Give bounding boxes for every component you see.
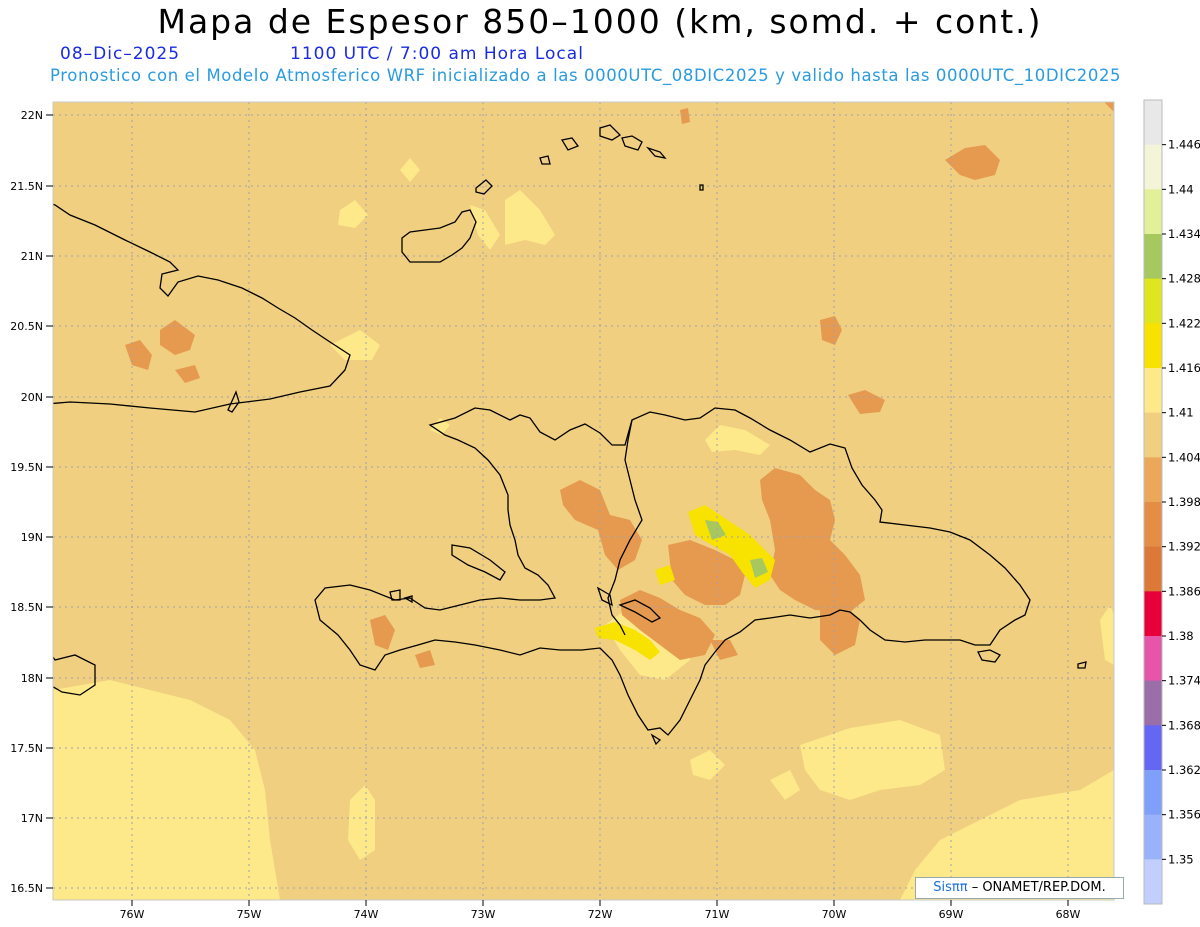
thickness-field — [53, 102, 1114, 900]
lat-label: 17N — [21, 812, 43, 825]
lon-label: 74W — [354, 908, 379, 921]
colorbar-swatch — [1144, 323, 1162, 369]
lon-label: 71W — [705, 908, 730, 921]
colorbar-label: 1.434 — [1168, 227, 1200, 241]
lon-label: 76W — [120, 908, 145, 921]
colorbar-label: 1.428 — [1168, 272, 1200, 286]
lat-label: 22N — [21, 109, 43, 122]
colorbar-swatch — [1144, 189, 1162, 235]
lon-label: 75W — [237, 908, 262, 921]
colorbar-label: 1.44 — [1168, 182, 1194, 196]
colorbar-swatch — [1144, 725, 1162, 771]
colorbar-label: 1.35 — [1168, 852, 1194, 866]
map-canvas: 22N 21.5N 21N 20.5N 20N 19.5N 19N 18.5N … — [10, 99, 1200, 921]
colorbar-swatch — [1144, 278, 1162, 324]
colorbar-swatch — [1144, 234, 1162, 280]
colorbar-label: 1.356 — [1168, 808, 1200, 822]
colorbar-label: 1.422 — [1168, 316, 1200, 330]
colorbar-swatch — [1144, 859, 1162, 905]
lon-label: 73W — [471, 908, 496, 921]
lat-label: 21N — [21, 250, 43, 263]
lat-label: 17.5N — [10, 742, 43, 755]
colorbar-swatch — [1144, 814, 1162, 860]
colorbar-swatch — [1144, 412, 1162, 458]
colorbar-label: 1.446 — [1168, 138, 1200, 152]
lon-label: 72W — [588, 908, 613, 921]
colorbar-swatch — [1144, 100, 1162, 146]
lon-label: 70W — [822, 908, 847, 921]
colorbar-label: 1.404 — [1168, 450, 1200, 464]
colorbar-swatch — [1144, 680, 1162, 726]
credit-brand: Sisππ — [933, 880, 968, 895]
lat-label: 19N — [21, 531, 43, 544]
longitude-labels: 76W 75W 74W 73W 72W 71W 70W 69W 68W — [120, 908, 1081, 921]
colorbar-label: 1.41 — [1168, 406, 1194, 420]
colorbar-label: 1.386 — [1168, 584, 1200, 598]
colorbar-label: 1.392 — [1168, 540, 1200, 554]
colorbar-label: 1.398 — [1168, 495, 1200, 509]
lat-label: 18.5N — [10, 601, 43, 614]
lat-label: 21.5N — [10, 180, 43, 193]
lon-label: 69W — [939, 908, 964, 921]
colorbar-label: 1.38 — [1168, 629, 1194, 643]
colorbar-label: 1.416 — [1168, 361, 1200, 375]
colorbar-swatch — [1144, 368, 1162, 414]
lat-label: 16.5N — [10, 882, 43, 895]
colorbar-swatch — [1144, 502, 1162, 548]
colorbar-label: 1.374 — [1168, 674, 1200, 688]
colorbar-label: 1.368 — [1168, 718, 1200, 732]
colorbar: 1.446 1.44 1.434 1.428 1.422 1.416 1.41 1.404 1.… — [1143, 99, 1200, 905]
lat-label: 18N — [21, 672, 43, 685]
latitude-labels: 22N 21.5N 21N 20.5N 20N 19.5N 19N 18.5N … — [10, 109, 43, 895]
lat-label: 20.5N — [10, 320, 43, 333]
credit-box: Sisππ – ONAMET/REP.DOM. — [915, 877, 1124, 899]
lat-label: 19.5N — [10, 461, 43, 474]
colorbar-label: 1.362 — [1168, 763, 1200, 777]
credit-text: – ONAMET/REP.DOM. — [967, 880, 1106, 895]
colorbar-swatch — [1144, 144, 1162, 190]
colorbar-swatch — [1144, 457, 1162, 503]
colorbar-swatch — [1144, 770, 1162, 816]
colorbar-swatch — [1144, 636, 1162, 682]
colorbar-swatch — [1144, 546, 1162, 592]
lon-label: 68W — [1056, 908, 1081, 921]
lat-label: 20N — [21, 391, 43, 404]
colorbar-swatch — [1144, 591, 1162, 637]
